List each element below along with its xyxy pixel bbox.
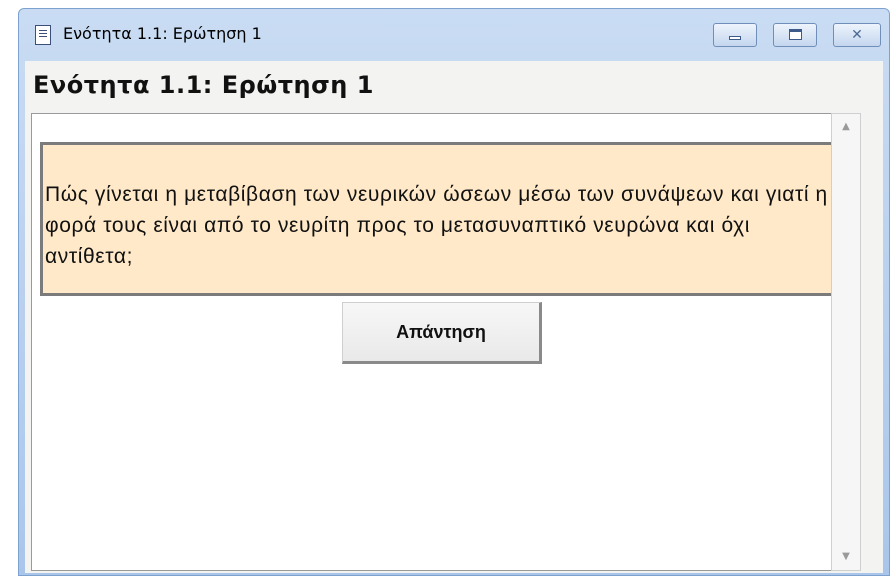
close-icon: ✕ — [851, 27, 863, 43]
question-text: Πώς γίνεται η μεταβίβαση των νευρικών ώσ… — [45, 183, 828, 268]
window-client-area: Ενότητα 1.1: Ερώτηση 1 Πώς γίνεται η μετ… — [25, 61, 883, 573]
maximize-button[interactable] — [773, 23, 817, 47]
title-bar[interactable]: Ενότητα 1.1: Ερώτηση 1 ✕ — [19, 9, 889, 59]
question-box: Πώς γίνεται η μεταβίβαση των νευρικών ώσ… — [40, 142, 838, 296]
window-title: Ενότητα 1.1: Ερώτηση 1 — [63, 24, 262, 43]
scroll-up-arrow-icon[interactable]: ▲ — [832, 116, 860, 138]
scroll-down-arrow-icon[interactable]: ▼ — [832, 546, 860, 568]
content-panel: Πώς γίνεται η μεταβίβαση των νευρικών ώσ… — [31, 113, 838, 571]
answer-button[interactable]: Απάντηση — [342, 302, 542, 364]
app-window: Ενότητα 1.1: Ερώτηση 1 ✕ Ενότητα 1.1: Ερ… — [18, 8, 890, 576]
vertical-scrollbar[interactable]: ▲ ▼ — [831, 113, 861, 571]
close-button[interactable]: ✕ — [833, 23, 881, 47]
document-icon — [35, 25, 51, 45]
minimize-button[interactable] — [713, 23, 757, 47]
page-title: Ενότητα 1.1: Ερώτηση 1 — [33, 71, 374, 99]
